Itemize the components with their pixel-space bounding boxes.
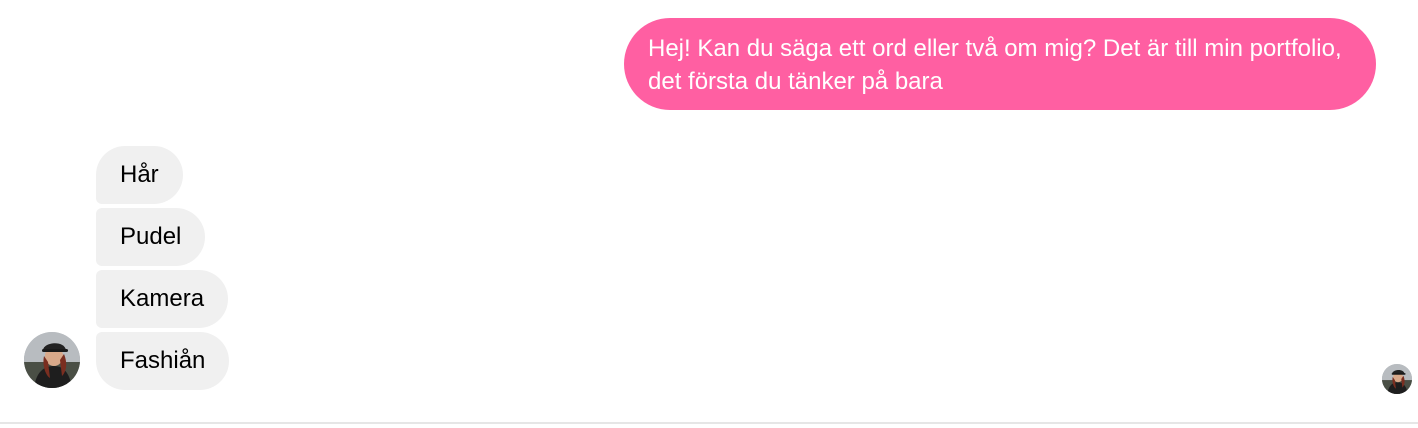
incoming-message[interactable]: Pudel — [96, 208, 206, 266]
seen-avatar-icon — [1382, 364, 1412, 394]
contact-avatar-icon[interactable] — [24, 332, 80, 388]
incoming-message[interactable]: Fashiån — [96, 332, 230, 390]
incoming-message[interactable]: Hår — [96, 146, 183, 204]
chat-thread: Hej! Kan du säga ett ord eller två om mi… — [0, 0, 1418, 428]
outgoing-message[interactable]: Hej! Kan du säga ett ord eller två om mi… — [624, 18, 1376, 110]
composer-divider — [0, 422, 1418, 424]
incoming-message[interactable]: Kamera — [96, 270, 229, 328]
